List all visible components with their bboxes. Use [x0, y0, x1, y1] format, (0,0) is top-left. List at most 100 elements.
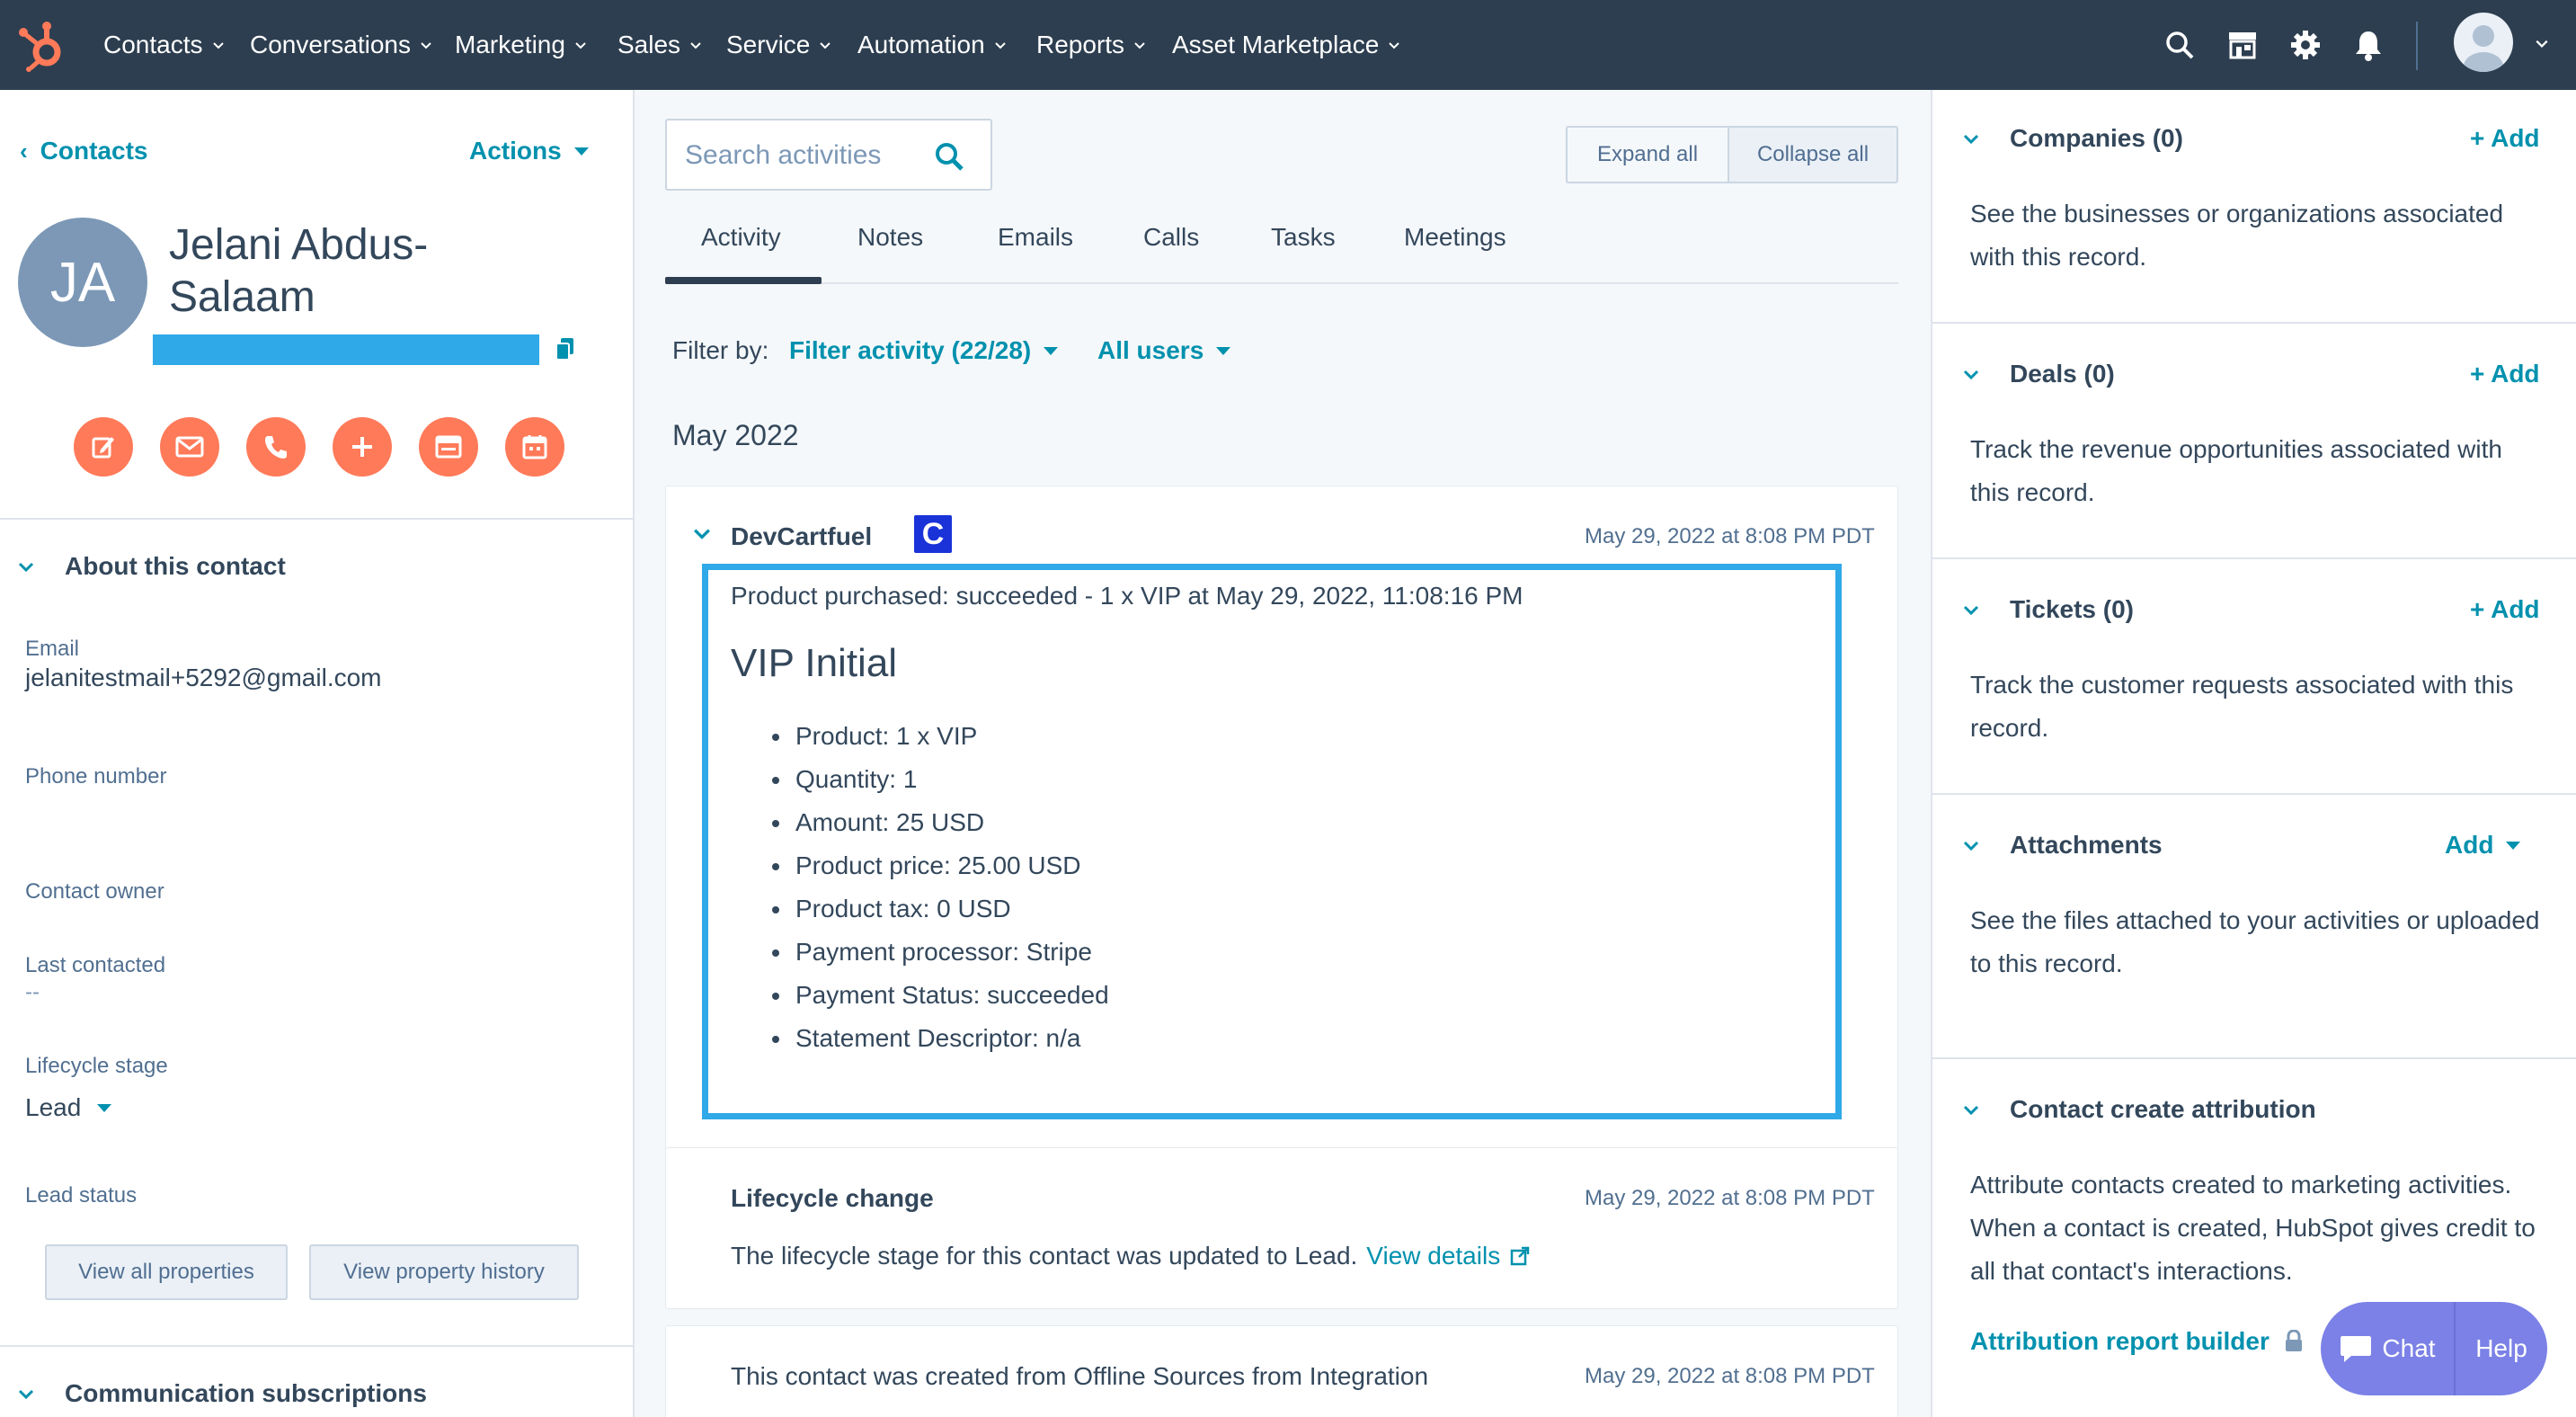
- phone-number-value[interactable]: [25, 793, 385, 829]
- tickets-section-toggle[interactable]: Tickets (0): [1963, 595, 2134, 624]
- deals-heading: Deals (0): [2010, 360, 2115, 388]
- view-property-history-button[interactable]: View property history: [309, 1244, 579, 1300]
- log-activity-button[interactable]: [419, 417, 478, 477]
- avatar-initials: JA: [49, 251, 116, 314]
- create-note-button[interactable]: [74, 417, 133, 477]
- view-details-link[interactable]: View details: [1366, 1242, 1500, 1270]
- nav-sales[interactable]: Sales: [617, 0, 702, 90]
- collapse-all-button[interactable]: Collapse all: [1728, 126, 1898, 183]
- attribution-heading: Contact create attribution: [2010, 1095, 2316, 1123]
- divider: [1932, 793, 2576, 795]
- help-button[interactable]: Help: [2456, 1302, 2547, 1395]
- list-item: Product tax: 0 USD: [772, 887, 1109, 931]
- tab-activity[interactable]: Activity: [701, 223, 781, 252]
- nav-asset-marketplace[interactable]: Asset Marketplace: [1172, 0, 1400, 90]
- tickets-description: Track the customer requests associated w…: [1970, 671, 2514, 742]
- nav-service-label: Service: [726, 31, 811, 58]
- list-item: Product price: 25.00 USD: [772, 844, 1109, 887]
- activity-card-contact-created: This contact was created from Offline So…: [665, 1325, 1898, 1417]
- lead-status-label: Lead status: [25, 1183, 138, 1208]
- filter-activity-label: Filter activity (22/28): [789, 336, 1032, 364]
- cartfuel-logo-letter: C: [921, 516, 945, 551]
- marketplace-icon[interactable]: [2222, 24, 2263, 66]
- nav-marketing[interactable]: Marketing: [455, 0, 587, 90]
- all-users-dropdown[interactable]: All users: [1097, 336, 1231, 365]
- caret-down-icon: [1044, 346, 1059, 355]
- back-to-contacts-link[interactable]: ‹ Contacts: [20, 137, 147, 165]
- add-company-button[interactable]: + Add: [2470, 124, 2540, 153]
- chevron-left-icon: ‹: [20, 137, 28, 165]
- contact-owner-value[interactable]: [25, 906, 385, 939]
- external-link-icon[interactable]: [1509, 1245, 1531, 1267]
- lifecycle-stage-select[interactable]: Lead: [25, 1093, 112, 1122]
- nav-conversations[interactable]: Conversations: [250, 0, 432, 90]
- tickets-heading: Tickets (0): [2010, 595, 2134, 623]
- nav-conversations-label: Conversations: [250, 31, 411, 58]
- nav-service[interactable]: Service: [726, 0, 831, 90]
- nav-reports-label: Reports: [1036, 31, 1125, 58]
- chevron-down-icon: [1134, 42, 1145, 49]
- search-icon[interactable]: [2159, 24, 2200, 66]
- user-avatar[interactable]: [2454, 13, 2513, 72]
- filter-activity-dropdown[interactable]: Filter activity (22/28): [789, 336, 1059, 365]
- add-attachment-label: Add: [2445, 831, 2494, 859]
- collapse-card-toggle[interactable]: [693, 524, 711, 547]
- notifications-icon[interactable]: [2348, 24, 2389, 66]
- deals-section-toggle[interactable]: Deals (0): [1963, 360, 2115, 388]
- tab-calls[interactable]: Calls: [1143, 223, 1199, 252]
- chat-button[interactable]: Chat: [2321, 1302, 2456, 1395]
- caret-down-icon: [2506, 841, 2521, 850]
- card-title[interactable]: DevCartfuel: [731, 522, 872, 551]
- attachments-description: See the files attached to your activitie…: [1970, 906, 2540, 977]
- contact-name[interactable]: Jelani Abdus-Salaam: [169, 219, 546, 324]
- nav-sales-label: Sales: [617, 31, 681, 58]
- schedule-meeting-button[interactable]: [505, 417, 564, 477]
- card-title: Lifecycle change: [731, 1184, 934, 1212]
- make-call-button[interactable]: [246, 417, 306, 477]
- search-placeholder: Search activities: [685, 140, 882, 170]
- chevron-down-icon: [1963, 605, 1979, 616]
- view-all-properties-button[interactable]: View all properties: [45, 1244, 288, 1300]
- communication-subscriptions-toggle[interactable]: Communication subscriptions: [18, 1379, 427, 1408]
- copy-icon[interactable]: [554, 336, 577, 363]
- tab-notes[interactable]: Notes: [857, 223, 923, 252]
- attribution-section-toggle[interactable]: Contact create attribution: [1963, 1095, 2316, 1124]
- actions-dropdown[interactable]: Actions: [469, 137, 589, 165]
- attribution-report-builder-link[interactable]: Attribution report builder: [1970, 1327, 2304, 1356]
- add-ticket-button[interactable]: + Add: [2470, 595, 2540, 624]
- hubspot-logo-icon[interactable]: [18, 18, 67, 72]
- attachments-section-toggle[interactable]: Attachments: [1963, 831, 2163, 860]
- tab-meetings[interactable]: Meetings: [1404, 223, 1506, 252]
- email-value[interactable]: jelanitestmail+5292@gmail.com: [25, 664, 382, 692]
- add-deal-button[interactable]: + Add: [2470, 360, 2540, 388]
- lifecycle-change-description: The lifecycle stage for this contact was…: [731, 1242, 1358, 1270]
- chat-label: Chat: [2382, 1334, 2436, 1362]
- nav-automation[interactable]: Automation: [857, 0, 1007, 90]
- chevron-down-icon: [212, 42, 224, 49]
- nav-contacts[interactable]: Contacts: [103, 0, 225, 90]
- help-label: Help: [2475, 1334, 2527, 1362]
- companies-section-toggle[interactable]: Companies (0): [1963, 124, 2183, 153]
- caret-down-icon: [97, 1103, 112, 1112]
- chevron-down-icon: [18, 562, 34, 573]
- chevron-down-icon: [1963, 1105, 1979, 1116]
- divider: [1932, 1057, 2576, 1059]
- create-email-button[interactable]: [160, 417, 219, 477]
- tab-tasks[interactable]: Tasks: [1271, 223, 1336, 252]
- search-activities-input[interactable]: Search activities: [665, 119, 992, 191]
- card-timestamp: May 29, 2022 at 8:08 PM PDT: [1585, 1186, 1875, 1210]
- caret-down-icon: [1216, 346, 1231, 355]
- nav-reports[interactable]: Reports: [1036, 0, 1146, 90]
- expand-all-button[interactable]: Expand all: [1566, 126, 1728, 183]
- chevron-down-icon[interactable]: [2535, 36, 2549, 55]
- chevron-down-icon: [1963, 134, 1979, 145]
- caret-down-icon: [573, 147, 589, 156]
- tab-emails[interactable]: Emails: [998, 223, 1073, 252]
- add-button[interactable]: [333, 417, 392, 477]
- about-contact-toggle[interactable]: About this contact: [18, 552, 286, 581]
- chevron-down-icon: [421, 42, 431, 49]
- companies-description: See the businesses or organizations asso…: [1970, 200, 2504, 271]
- search-icon[interactable]: [933, 140, 965, 173]
- settings-icon[interactable]: [2285, 24, 2326, 66]
- add-attachment-dropdown[interactable]: Add: [2445, 831, 2521, 860]
